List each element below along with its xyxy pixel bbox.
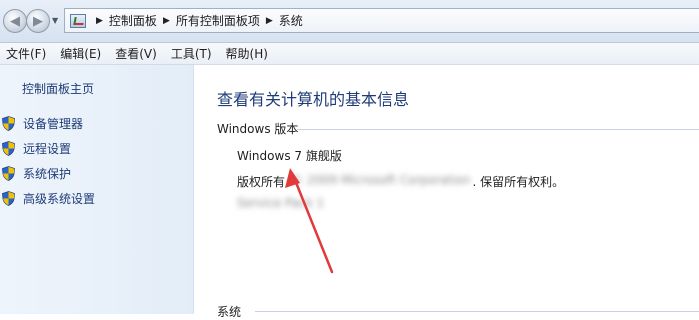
menu-file[interactable]: 文件(F) [0,45,52,62]
address-field[interactable]: ▶ 控制面板 ▶ 所有控制面板项 ▶ 系统 [64,8,699,33]
back-arrow-icon: ◀ [10,13,20,29]
windows-edition-section-title: Windows 版本 [217,122,299,136]
copyright-line: 版权所有 © 2009 Microsoft Corporation . 保留所有… [237,173,564,190]
menu-tools[interactable]: 工具(T) [165,45,218,62]
sidebar-item-system-protection[interactable]: 系统保护 [0,164,71,182]
menu-view[interactable]: 查看(V) [109,45,163,62]
shield-icon [2,115,15,131]
breadcrumb-separator-icon[interactable]: ▶ [163,16,170,26]
left-pane: 控制面板主页 设备管理器 远程设置 系统保护 高级系统设置 [0,65,194,314]
menu-edit[interactable]: 编辑(E) [54,45,107,62]
forward-arrow-icon: ▶ [33,13,43,29]
section-divider [297,129,699,130]
redacted-service-pack: Service Pack 1 [237,196,325,210]
copyright-prefix: 版权所有 [237,175,286,189]
menu-bar: 文件(F) 编辑(E) 查看(V) 工具(T) 帮助(H) [0,43,699,65]
shield-icon [2,190,15,206]
sidebar-item-remote-settings[interactable]: 远程设置 [0,139,71,157]
windows-edition-value: Windows 7 旗舰版 [237,149,342,163]
section-divider [255,311,699,312]
shield-icon [2,140,15,156]
copyright-suffix: . 保留所有权利。 [472,175,565,189]
sidebar-item-label: 远程设置 [23,141,72,156]
shield-icon [2,165,15,181]
address-bar: ◀ ▶ ▼ ▶ 控制面板 ▶ 所有控制面板项 ▶ 系统 [0,0,699,43]
breadcrumb-system[interactable]: 系统 [279,12,303,29]
recent-pages-dropdown-icon[interactable]: ▼ [52,16,58,25]
control-panel-home-link[interactable]: 控制面板主页 [22,80,94,97]
breadcrumb-separator-icon[interactable]: ▶ [266,16,273,26]
redacted-copyright-text: © 2009 Microsoft Corporation [291,173,471,187]
breadcrumb-all-items[interactable]: 所有控制面板项 [176,12,260,29]
sidebar-item-label: 高级系统设置 [23,191,96,206]
sidebar-item-label: 系统保护 [23,166,72,181]
breadcrumb-separator-icon[interactable]: ▶ [96,16,103,26]
control-panel-icon [70,13,86,28]
system-section-title: 系统 [217,305,242,319]
menu-help[interactable]: 帮助(H) [220,45,274,62]
forward-button[interactable]: ▶ [26,9,50,33]
sidebar-item-device-manager[interactable]: 设备管理器 [0,114,83,132]
breadcrumb-control-panel[interactable]: 控制面板 [109,12,157,29]
sidebar-item-label: 设备管理器 [23,116,84,131]
page-title: 查看有关计算机的基本信息 [217,90,410,109]
back-button[interactable]: ◀ [3,9,27,33]
sidebar-item-advanced-settings[interactable]: 高级系统设置 [0,189,95,207]
